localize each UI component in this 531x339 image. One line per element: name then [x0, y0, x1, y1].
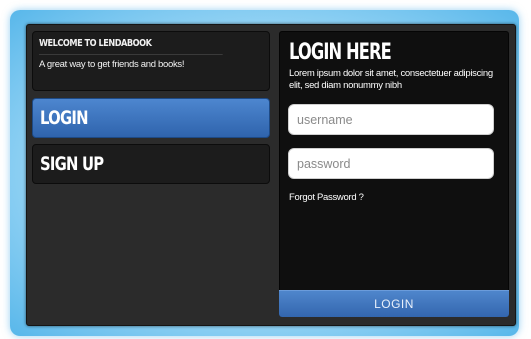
welcome-tagline: A great way to get friends and books!	[39, 59, 185, 70]
password-input[interactable]	[288, 148, 494, 179]
login-heading: LOGIN HERE	[289, 40, 392, 65]
welcome-box: WELCOME TO LENDABOOK A great way to get …	[32, 31, 270, 91]
forgot-password-link[interactable]: Forgot Password ?	[289, 192, 364, 203]
username-input[interactable]	[288, 104, 494, 135]
nav-signup-label: SIGN UP	[40, 153, 104, 175]
welcome-title: WELCOME TO LENDABOOK	[39, 38, 223, 55]
login-description: Lorem ipsum dolor sit amet, consectetuer…	[289, 68, 493, 91]
nav-login-button[interactable]: LOGIN	[32, 98, 270, 138]
nav-login-label: LOGIN	[40, 107, 88, 129]
login-submit-button[interactable]: LOGIN	[279, 290, 509, 317]
nav-signup-button[interactable]: SIGN UP	[32, 144, 270, 184]
